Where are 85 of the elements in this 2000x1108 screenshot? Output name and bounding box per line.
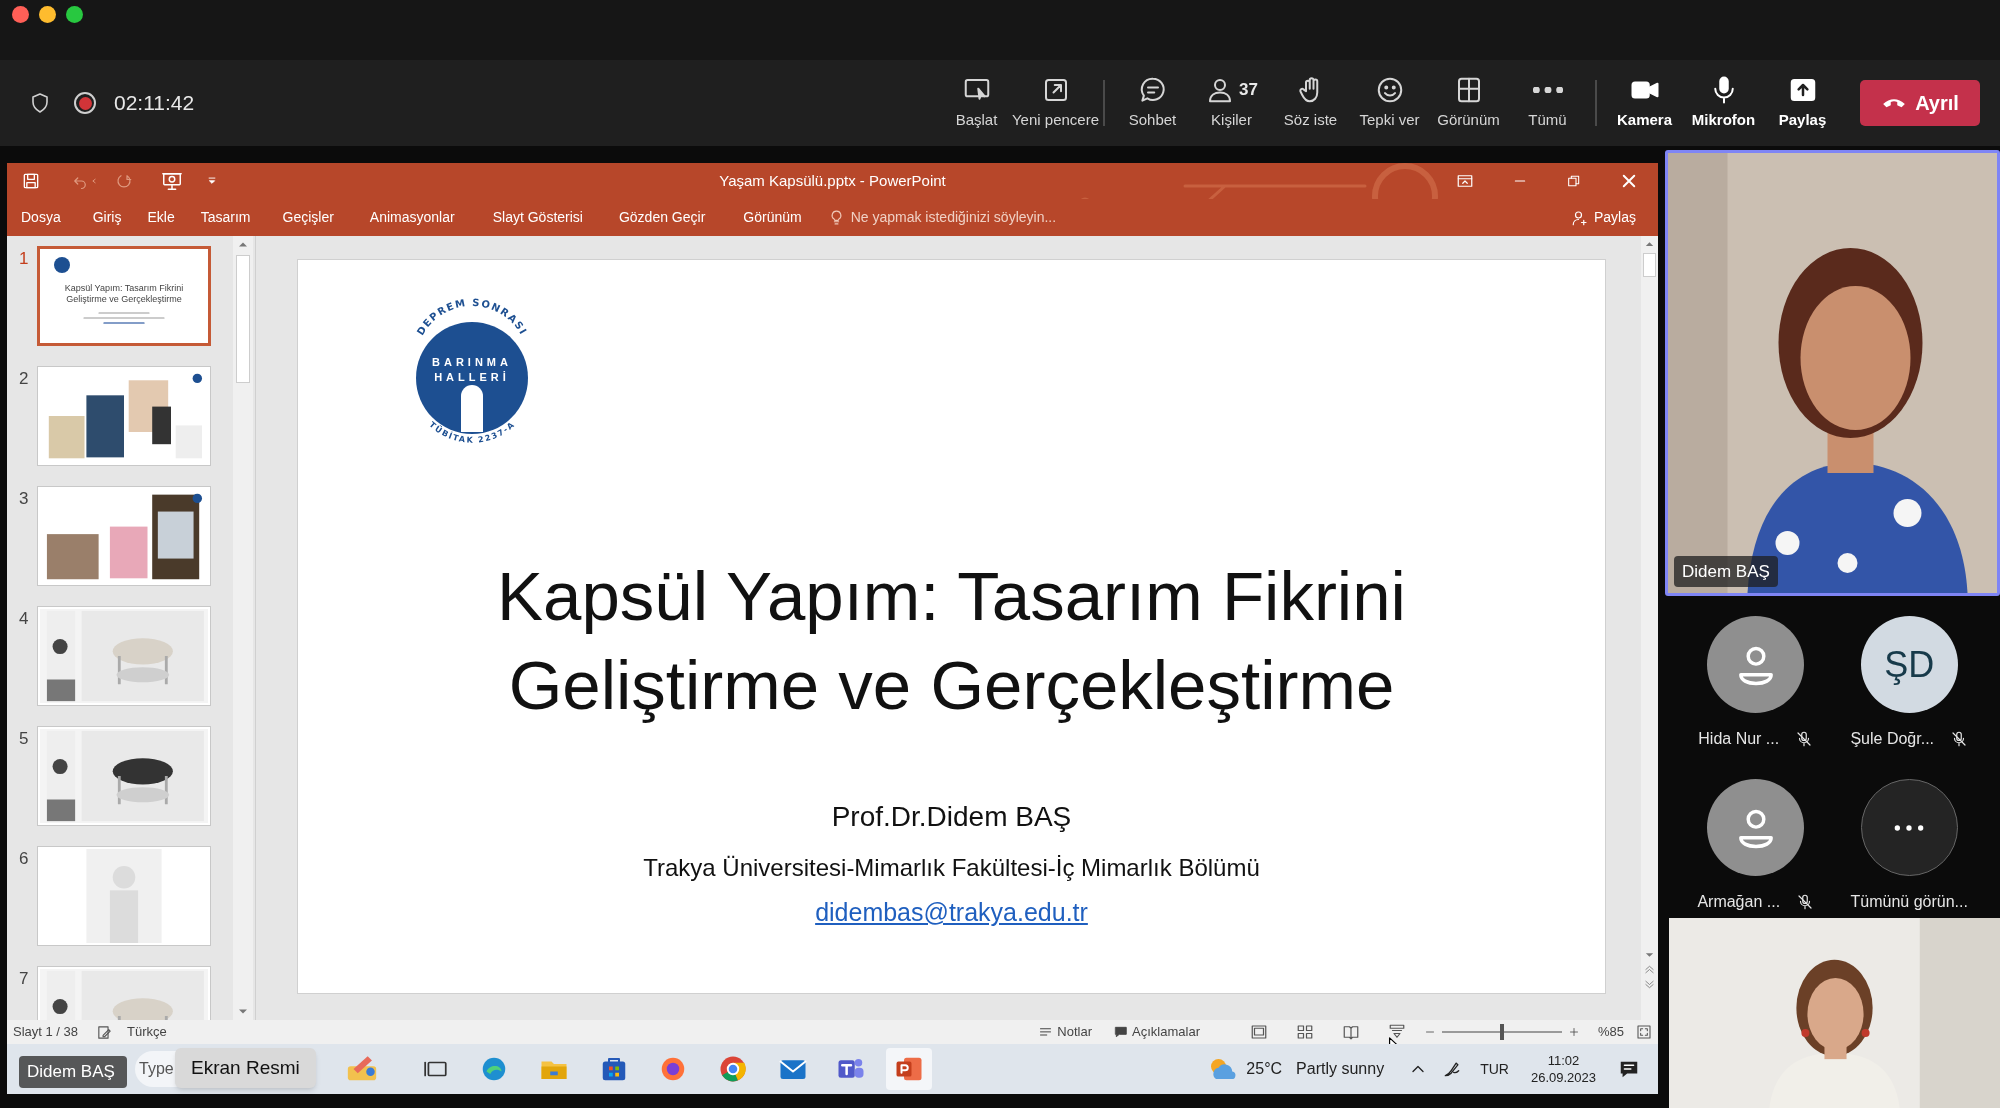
ribbon-tab[interactable]: Tasarım [200, 207, 251, 228]
ribbon-tab[interactable]: Geçişler [282, 207, 334, 228]
meeting-toolbar-button[interactable]: 37 Kişiler [1192, 68, 1271, 138]
fit-slide-icon[interactable] [1636, 1024, 1652, 1040]
tooltip: Ekran Resmi [175, 1048, 316, 1088]
ribbon-tab[interactable]: Ekle [147, 207, 175, 228]
clock-date[interactable]: 26.09.2023 [1530, 1069, 1596, 1086]
slide-number: 6 [18, 848, 30, 870]
ribbon-tab[interactable]: Animasyonlar [369, 207, 455, 228]
slide-sorter-icon[interactable] [1295, 1023, 1314, 1041]
zoom-slider-thumb[interactable] [1499, 1024, 1504, 1040]
slide-thumbnail[interactable]: Kapsül Yapım: Tasarım Fikrini Geliştirme ve Gerçekleştirme [37, 246, 211, 346]
meeting-toolbar-button[interactable]: Görünüm [1429, 68, 1508, 138]
participant-name: Hida Nur ... [1698, 729, 1780, 749]
slide-number: 2 [18, 368, 30, 390]
affiliation-text: Trakya Üniversitesi-Mimarlık Fakültesi-İç Mimarlık Bölümü [643, 853, 1260, 883]
meeting-toolbar-button[interactable]: Söz iste [1271, 68, 1350, 138]
zoom-in-icon[interactable] [1567, 1026, 1580, 1038]
redo-icon[interactable] [115, 172, 133, 190]
comments-button[interactable]: Açıklamalar [1114, 1022, 1200, 1042]
meeting-toolbar-button[interactable]: Tümü [1508, 68, 1587, 138]
slide-number: 7 [18, 968, 30, 990]
clock-time[interactable]: 11:02 [1547, 1052, 1580, 1069]
meeting-timer: 02:11:42 [114, 90, 195, 117]
email-link[interactable]: didembas@trakya.edu.tr [815, 894, 1088, 932]
slide-number: 5 [18, 728, 30, 750]
participant-name: Şule Doğr... [1850, 729, 1935, 749]
participant-name-tag: Didem BAŞ [1674, 555, 1778, 587]
meeting-toolbar-button[interactable]: Paylaş [1763, 68, 1842, 138]
save-icon[interactable] [21, 171, 41, 191]
share-button[interactable]: Paylaş [1570, 207, 1636, 228]
zoom-level[interactable]: %85 [1597, 1022, 1624, 1042]
slide-title-line: Geliştirme ve Gerçekleştirme [508, 646, 1395, 726]
logo-text: HALLERİ [434, 371, 510, 383]
scroll-thumb[interactable] [236, 255, 250, 383]
presenter-name-tag: Didem BAŞ [19, 1056, 127, 1088]
slide-number: 3 [18, 488, 30, 510]
leave-button[interactable]: Ayrıl [1860, 80, 1980, 126]
tell-me-field[interactable]: Ne yapmak istediğinizi söyleyin... [850, 207, 1057, 228]
slide-number: 4 [18, 608, 30, 630]
slide-title-line: Kapsül Yapım: Tasarım Fikrini [497, 557, 1406, 637]
ribbon-tab[interactable]: Giriş [92, 207, 122, 228]
author-name: Prof.Dr.Didem BAŞ [831, 800, 1072, 834]
participant-name: Tümünü görün... [1850, 892, 1968, 912]
reading-view-icon[interactable] [1341, 1023, 1360, 1041]
slide-number: 1 [18, 248, 30, 270]
close-icon[interactable] [1620, 172, 1638, 190]
meeting-toolbar-button[interactable]: Tepki ver [1350, 68, 1429, 138]
scroll-thumb[interactable] [1643, 253, 1656, 277]
zoom-button[interactable] [66, 6, 83, 23]
chrome-browser-icon[interactable] [718, 1054, 748, 1084]
notes-button[interactable]: Notlar [1038, 1022, 1093, 1042]
ribbon-tab[interactable]: Gözden Geçir [618, 207, 706, 228]
thumbnail-title: Kapsül Yapım: Tasarım Fikrini Geliştirme ve Gerçekleştirme [63, 283, 185, 305]
meeting-toolbar-button[interactable]: Sohbet [1113, 68, 1192, 138]
weather-label: Partly sunny [1296, 1059, 1385, 1079]
ribbon-tab[interactable]: Görünüm [743, 207, 802, 228]
comment-icon [1114, 1025, 1129, 1039]
scrollbar[interactable] [1641, 236, 1658, 1020]
slide-counter: Slayt 1 / 38 [13, 1023, 79, 1042]
logo-text: BARINMA [432, 356, 512, 368]
logo-icon [54, 257, 70, 273]
restore-icon[interactable] [1566, 173, 1582, 189]
language-label[interactable]: Türkçe [127, 1022, 167, 1042]
avatar: ŞD [1860, 616, 1958, 713]
add-person-icon [1570, 208, 1589, 227]
ribbon-tab[interactable]: Slayt Gösterisi [492, 207, 583, 228]
spelling-icon[interactable] [96, 1023, 114, 1041]
slideshow-icon[interactable] [1387, 1023, 1406, 1041]
active-app-button[interactable] [886, 1048, 932, 1090]
participant-name: Armağan ... [1697, 892, 1781, 912]
more-icon [1894, 824, 1925, 831]
minimize-button[interactable] [39, 6, 56, 23]
scrollbar[interactable] [233, 236, 253, 1020]
meeting-toolbar-button[interactable]: Mikrofon [1684, 68, 1763, 138]
presentation-icon[interactable] [161, 170, 183, 192]
window-title: Yaşam Kapsülü.pptx - PowerPoint [719, 170, 946, 191]
meeting-toolbar-button[interactable]: Kamera [1605, 68, 1684, 138]
ribbon-tab[interactable]: Dosya [21, 207, 61, 228]
language-indicator[interactable]: TUR [1480, 1058, 1509, 1080]
close-button[interactable] [12, 6, 29, 23]
temperature-label: 25°C [1246, 1059, 1283, 1079]
normal-view-icon[interactable] [1249, 1023, 1268, 1041]
ribbon-display-icon[interactable] [1456, 172, 1474, 190]
more-icon [1532, 86, 1563, 93]
